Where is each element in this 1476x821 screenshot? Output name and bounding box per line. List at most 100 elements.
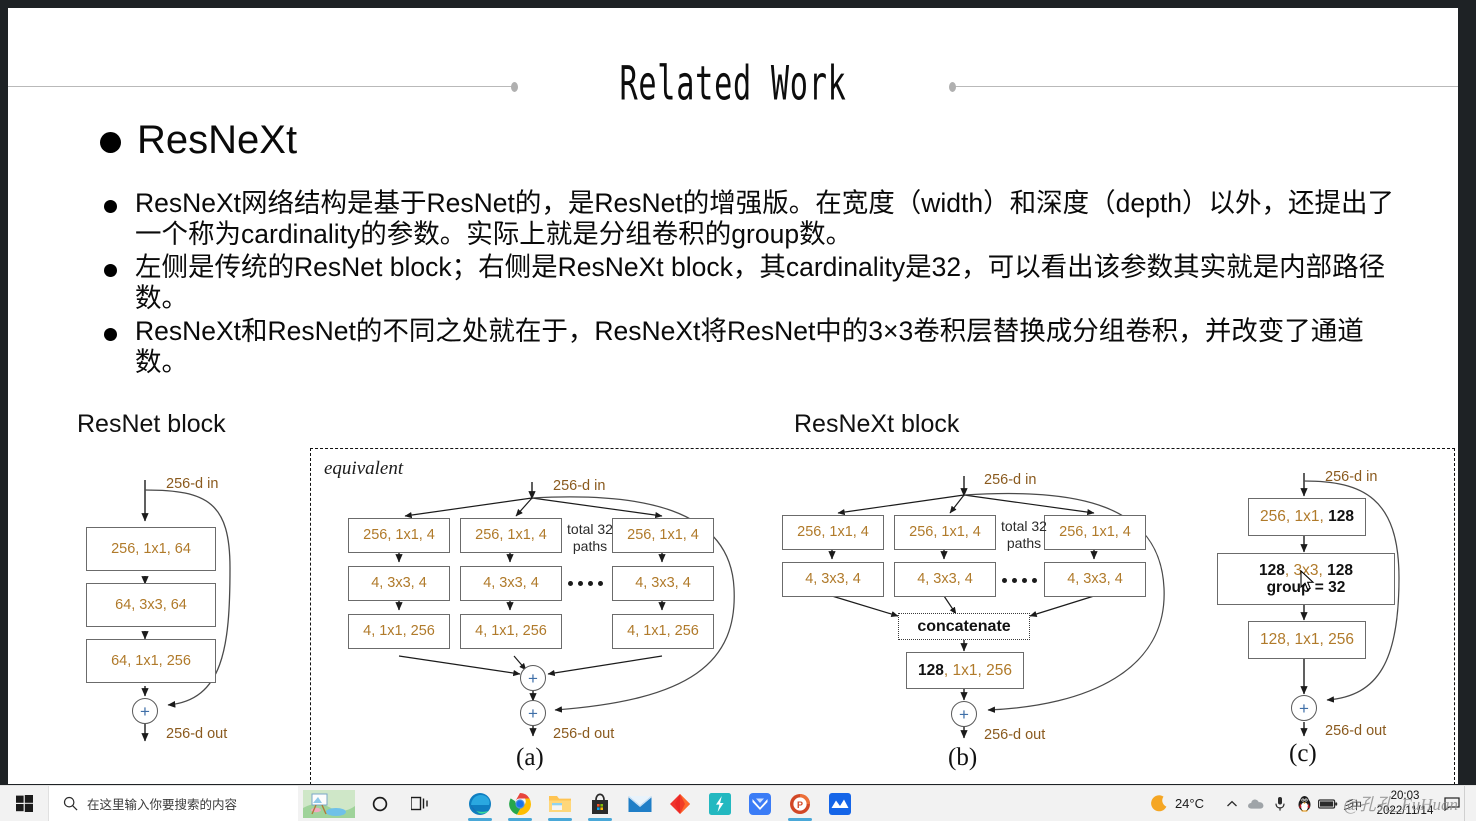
qq-penguin-icon [1298,796,1310,812]
panel-a-ellipsis-icon [568,581,603,586]
svg-text:P: P [797,800,803,810]
figure-label-resnext: ResNeXt block [794,410,960,438]
google-chrome-icon [509,792,531,815]
panel-b-box-r2c1: 4, 3x3, 4 [782,562,884,597]
panel-b-box-r2c2: 4, 3x3, 4 [894,562,996,597]
panel-c-box-1-bold: 128 [1328,508,1354,526]
tray-qq-button[interactable] [1292,786,1316,821]
tray-microphone-button[interactable] [1268,786,1292,821]
system-tray[interactable]: 24°C 彡 中 20:03 2022/11/14 [1141,785,1476,821]
page-title: Related Work [619,56,847,111]
windows-taskbar[interactable]: 在这里输入你要搜索的内容 P 24°C 彡 中 20:03 2022/11/14… [0,785,1476,821]
taskbar-app-blue-wave-app[interactable] [820,786,860,821]
microsoft-edge-icon [469,792,491,815]
taskbar-app-microsoft-powerpoint[interactable]: P [780,786,820,821]
panel-c-add-node: + [1291,695,1317,721]
resnet-add-node: + [132,698,158,724]
cortana-circle-icon [372,796,388,811]
panel-b-paths-line1: total 32 [1001,518,1047,534]
panel-a-box-r1c2: 256, 1x1, 4 [460,518,562,553]
taskbar-app-blue-bird-app[interactable] [740,786,780,821]
panel-b-diagram: 256-d in 256, 1x1, 4 256, 1x1, 4 256, 1x… [768,448,1198,784]
panel-a-box-r2c3: 4, 3x3, 4 [612,566,714,601]
panel-a-box-r1c1: 256, 1x1, 4 [348,518,450,553]
taskbar-app-microsoft-store[interactable] [580,786,620,821]
panel-b-ellipsis-icon [1002,578,1037,583]
action-center-icon [1444,797,1460,811]
panel-c-out-label: 256-d out [1325,723,1387,739]
taskbar-app-file-explorer[interactable] [540,786,580,821]
mail-icon [628,795,652,812]
taskbar-app-mail[interactable] [620,786,660,821]
moon-icon [1151,794,1167,811]
snipaste-icon [709,792,731,815]
taskbar-search-box[interactable]: 在这里输入你要搜索的内容 [48,785,298,821]
panel-b-merge-box: 128, 1x1, 256 [906,652,1024,689]
tray-clock-time: 20:03 [1390,790,1420,803]
panel-b-out-label: 256-d out [984,727,1046,743]
tray-show-hidden-icons-button[interactable] [1220,786,1244,821]
panel-a-paths-line2: paths [572,537,608,554]
landscape-thumbnail-icon [303,789,355,818]
ime-chinese-icon: 彡 中 [1342,798,1362,812]
tray-notifications-button[interactable] [1440,786,1464,821]
panel-b-box-r1c3: 256, 1x1, 4 [1044,515,1146,550]
panel-b-caption: (b) [948,744,978,771]
search-icon [63,796,78,811]
task-view-icon [411,796,428,811]
svg-text:中: 中 [1351,799,1362,812]
panel-a-box-r2c1: 4, 3x3, 4 [348,566,450,601]
taskbar-app-google-chrome[interactable] [500,786,540,821]
list-item-text: ResNeXt网络结构是基于ResNet的，是ResNet的增强版。在宽度（wi… [135,188,1394,249]
tray-battery-button[interactable] [1316,786,1340,821]
cloud-icon [1248,799,1264,809]
panel-b-in-label: 256-d in [984,472,1037,488]
panel-a-box-r3c1: 4, 1x1, 256 [348,614,450,649]
red-diamond-icon [670,793,690,814]
tray-onedrive-icon-button[interactable] [1244,786,1268,821]
panel-b-box-r1c1: 256, 1x1, 4 [782,515,884,550]
news-and-interests-button[interactable] [298,786,360,821]
mouse-cursor-icon [1300,570,1315,591]
windows-logo-icon [15,795,33,812]
panel-b-merge-bold: 128 [918,661,944,679]
tray-weather-widget[interactable]: 24°C [1141,794,1220,814]
taskbar-app-red-diamond-app[interactable] [660,786,700,821]
show-desktop-button[interactable] [1464,785,1472,821]
search-input-placeholder: 在这里输入你要搜索的内容 [87,797,238,812]
taskbar-app-snipaste[interactable] [700,786,740,821]
slide-canvas[interactable]: Related Work ResNeXt ResNeXt网络结构是基于ResNe… [8,8,1458,784]
panel-c-diagram: 256-d in 256, 1x1, 128 128, 3x3, 128 gro… [1203,448,1453,784]
panel-c-box-2-bold-b: 128 [1327,561,1353,579]
panel-b-concatenate-box: concatenate [898,613,1030,640]
list-item-text: 左侧是传统的ResNet block；右侧是ResNeXt block，其car… [135,252,1386,313]
tray-weather-temperature: 24°C [1174,796,1204,811]
panel-c-box-2-bold-a: 128 [1259,561,1285,579]
resnet-in-label: 256-d in [166,476,219,492]
panel-b-merge-rest: , 1x1, 256 [943,661,1012,679]
panel-b-box-r2c3: 4, 3x3, 4 [1044,562,1146,597]
task-view-button[interactable] [400,786,440,821]
panel-b-add-node: + [951,701,977,727]
tray-clock-date: 2022/11/14 [1376,804,1434,817]
resnet-conv-box-2: 64, 3x3, 64 [86,583,216,627]
chevron-up-icon [1227,800,1237,806]
tray-ime-button[interactable]: 彡 中 [1340,786,1370,821]
panel-a-box-r3c2: 4, 1x1, 256 [460,614,562,649]
panel-a-diagram: equivalent 256-d in 256, 1x1, 4 256, 1x1… [310,448,750,784]
panel-a-paths-line1: total 32 [567,521,613,537]
panel-a-caption: (a) [516,744,544,771]
panel-c-box-1-plain: 256, 1x1, [1260,508,1329,526]
resnet-block-diagram: 256-d in 256, 1x1, 64 64, 3x3, 64 64, 1x… [8,8,308,784]
taskbar-app-microsoft-edge[interactable] [460,786,500,821]
tray-clock[interactable]: 20:03 2022/11/14 [1370,789,1440,818]
panel-a-box-r1c3: 256, 1x1, 4 [612,518,714,553]
panel-a-add-node-1: + [520,665,546,691]
resnet-out-label: 256-d out [166,726,228,742]
panel-c-box-1-text: 256, 1x1, 128 [1260,508,1354,525]
task-view-cortana-button[interactable] [360,786,400,821]
microphone-icon [1275,796,1285,811]
start-button[interactable] [0,786,48,821]
panel-a-out-label: 256-d out [553,726,615,742]
panel-b-merge-box-text: 128, 1x1, 256 [918,662,1012,679]
